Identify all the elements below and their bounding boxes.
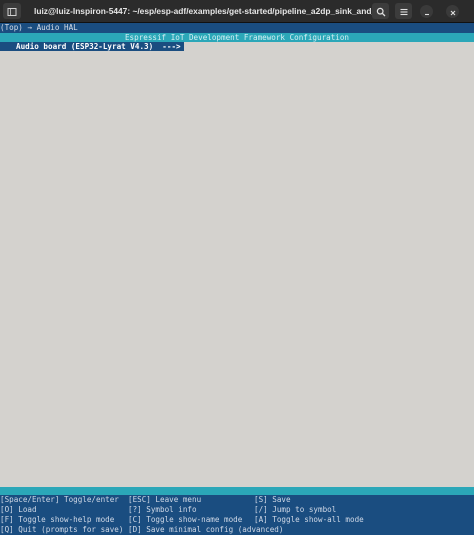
help-show-all-mode: [A] Toggle show-all mode [254,515,364,524]
help-symbol-info: [?] Symbol info [128,505,197,514]
new-tab-button[interactable] [3,3,21,19]
search-button[interactable] [372,3,389,19]
breadcrumb: (Top) → Audio HAL [0,23,474,33]
terminal-window: luiz@luiz-Inspiron-5447: ~/esp/esp-adf/e… [0,0,474,535]
help-save-minimal: [D] Save minimal config (advanced) [128,525,284,534]
config-header-title: Espressif IoT Development Framework Conf… [0,33,474,42]
help-show-help-mode: [F] Toggle show-help mode [0,515,115,524]
main-menu-button[interactable] [395,3,412,19]
help-row: [Q] Quit (prompts for save) [D] Save min… [0,525,474,534]
new-tab-icon [7,2,17,21]
help-leave-menu: [ESC] Leave menu [128,495,202,504]
hamburger-menu-icon [399,2,409,21]
help-save: [S] Save [254,495,291,504]
help-row: [O] Load [?] Symbol info [/] Jump to sym… [0,505,474,514]
minimize-icon [423,2,431,21]
window-title: luiz@luiz-Inspiron-5447: ~/esp/esp-adf/e… [34,6,390,16]
help-jump-to-symbol: [/] Jump to symbol [254,505,337,514]
help-load: [O] Load [0,505,37,514]
help-quit: [Q] Quit (prompts for save) [0,525,124,534]
close-icon [449,2,457,21]
help-panel: [Space/Enter] Toggle/enter [ESC] Leave m… [0,495,474,535]
help-toggle-enter: [Space/Enter] Toggle/enter [0,495,119,504]
help-show-name-mode: [C] Toggle show-name mode [128,515,243,524]
help-row: [Space/Enter] Toggle/enter [ESC] Leave m… [0,495,474,504]
title-bar: luiz@luiz-Inspiron-5447: ~/esp/esp-adf/e… [0,0,474,23]
minimize-button[interactable] [418,3,435,19]
terminal-screen[interactable]: (Top) → Audio HAL Espressif IoT Developm… [0,23,474,535]
help-row: [F] Toggle show-help mode [C] Toggle sho… [0,515,474,524]
search-icon [376,2,386,21]
menu-list: Audio board (ESP32-Lyrat V4.3) ---> [0,42,474,487]
help-divider [0,487,474,495]
close-button[interactable] [444,3,461,19]
menu-item-audio-board[interactable]: Audio board (ESP32-Lyrat V4.3) ---> [0,42,184,51]
